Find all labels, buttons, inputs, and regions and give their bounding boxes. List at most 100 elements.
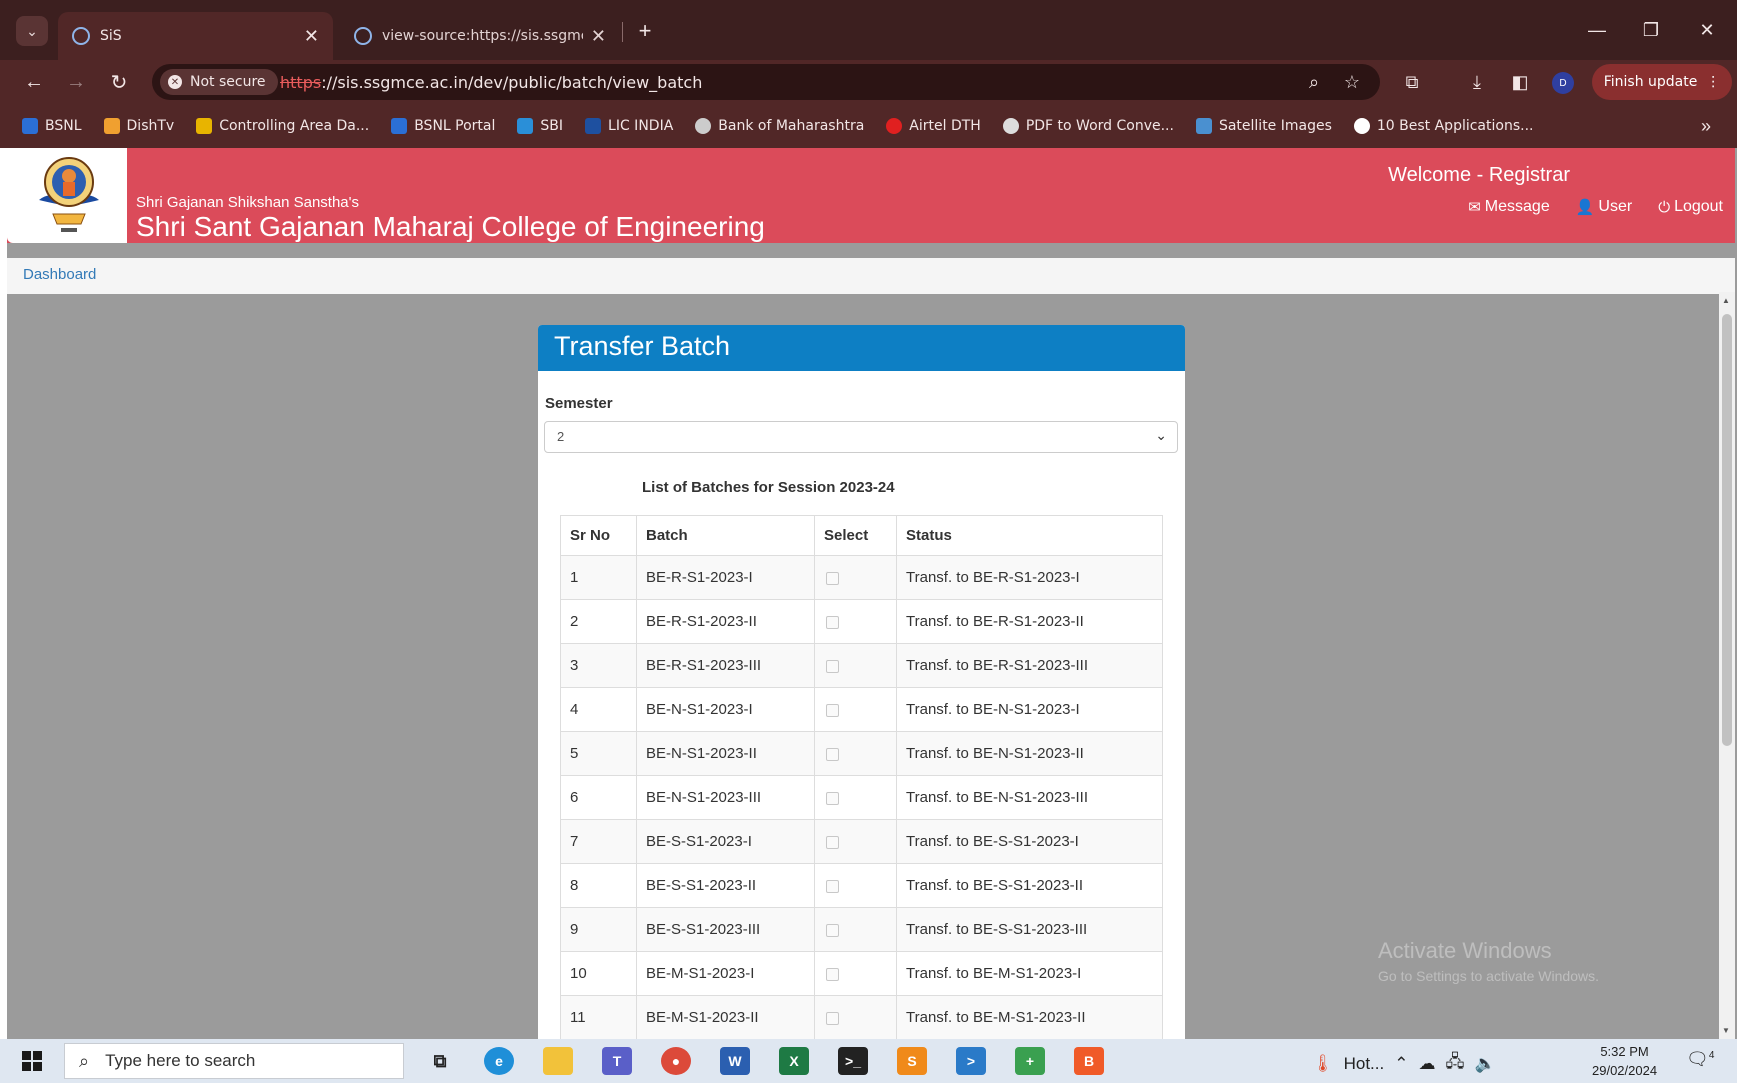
system-tray: 🌡 Hot... ⌃ ☁ 🖧 🔈 (1312, 1049, 1496, 1078)
bookmark-bank-of-maharashtra[interactable]: Bank of Maharashtra (695, 118, 864, 134)
file-explorer-icon[interactable] (543, 1047, 573, 1075)
select-checkbox[interactable] (826, 1011, 839, 1025)
bookmark-lic[interactable]: LIC INDIA (585, 118, 673, 134)
select-checkbox[interactable] (826, 747, 839, 761)
reload-button[interactable]: ↻ (103, 66, 135, 98)
select-checkbox[interactable] (826, 659, 839, 673)
semester-select[interactable]: 2 ⌄ (544, 421, 1178, 453)
clock[interactable]: 5:32 PM 29/02/2024 (1592, 1042, 1657, 1080)
header-links: ✉ Message 👤 User ⏻ Logout (1468, 198, 1723, 216)
downloads-icon[interactable]: ⤓ (1462, 68, 1492, 96)
profile-avatar[interactable]: D (1552, 72, 1574, 94)
message-link[interactable]: ✉ Message (1468, 198, 1550, 216)
bookmark-star-icon[interactable]: ☆ (1337, 68, 1367, 96)
bookmark-dishtv[interactable]: DishTv (103, 118, 174, 134)
tab-title: view-source:https://sis.ssgmce.a (382, 28, 583, 44)
word-icon[interactable]: W (720, 1047, 750, 1075)
extensions-icon[interactable]: ⧉ (1397, 68, 1427, 96)
bookmark-airtel[interactable]: Airtel DTH (886, 118, 981, 134)
volume-icon[interactable]: 🔈 (1474, 1054, 1495, 1074)
network-icon[interactable]: 🖧 (1445, 1049, 1464, 1078)
sr-cell: 11 (560, 995, 637, 1039)
select-checkbox[interactable] (826, 615, 839, 629)
search-icon: ⌕ (79, 1050, 90, 1071)
sis-favicon-icon (72, 27, 90, 45)
select-checkbox[interactable] (826, 703, 839, 717)
status-cell: Transf. to BE-M-S1-2023-II (896, 995, 1163, 1039)
chrome-icon[interactable]: ● (661, 1047, 691, 1075)
bookmark-bsnl-portal[interactable]: BSNL Portal (391, 118, 495, 134)
select-checkbox[interactable] (826, 835, 839, 849)
address-bar[interactable]: ✕ Not secure https://sis.ssgmce.ac.in/de… (152, 64, 1380, 100)
bookmark-bsnl[interactable]: BSNL (22, 118, 82, 134)
column-header: Batch (636, 515, 815, 556)
notification-icon[interactable]: 🗨4 (1686, 1049, 1714, 1070)
cloud-icon[interactable]: ☁ (1418, 1054, 1435, 1074)
bookmark-satellite-images[interactable]: Satellite Images (1195, 118, 1332, 134)
bookmark-label: Bank of Maharashtra (718, 118, 865, 134)
finish-update-button[interactable]: Finish update ⋮ (1592, 64, 1732, 100)
chevron-up-icon[interactable]: ⌃ (1394, 1054, 1408, 1074)
tab-sis[interactable]: SiS ✕ (58, 12, 333, 60)
close-tab-icon[interactable]: ✕ (304, 26, 319, 47)
bookmark-pdf-to-word[interactable]: PDF to Word Conve... (1002, 118, 1174, 134)
select-checkbox[interactable] (826, 923, 839, 937)
url-text[interactable]: https://sis.ssgmce.ac.in/dev/public/batc… (280, 73, 702, 92)
welcome-text: Welcome - Registrar (1388, 164, 1570, 186)
task-view-icon[interactable]: ⧉ (425, 1047, 455, 1075)
select-checkbox[interactable] (826, 879, 839, 893)
brave-icon[interactable]: B (1074, 1047, 1104, 1075)
sublime-icon[interactable]: S (897, 1047, 927, 1075)
bookmark-10-best-apps[interactable]: 10 Best Applications... (1353, 118, 1533, 134)
tab-view-source[interactable]: view-source:https://sis.ssgmce.a ✕ (340, 12, 620, 60)
powershell-icon[interactable]: > (956, 1047, 986, 1075)
side-panel-icon[interactable]: ◧ (1505, 68, 1535, 96)
close-tab-icon[interactable]: ✕ (591, 26, 606, 47)
windows-start-icon[interactable] (22, 1051, 42, 1071)
page-scrollbar[interactable]: ▲ ▼ (1719, 292, 1735, 1039)
table-row: 4 BE-N-S1-2023-I Transf. to BE-N-S1-2023-I (560, 687, 1163, 732)
batch-cell: BE-R-S1-2023-III (636, 643, 815, 688)
taskbar-search-input[interactable]: ⌕ Type here to search (64, 1043, 404, 1079)
select-checkbox[interactable] (826, 967, 839, 981)
dashboard-link[interactable]: Dashboard (23, 266, 96, 283)
bookmark-label: SBI (540, 118, 564, 134)
tab-search-button[interactable]: ⌄ (16, 16, 48, 46)
bookmark-sbi[interactable]: SBI (517, 118, 563, 134)
restore-button[interactable]: ❐ (1628, 14, 1674, 46)
forward-button[interactable]: → (60, 66, 92, 98)
minimize-button[interactable]: — (1574, 14, 1620, 46)
security-chip[interactable]: ✕ Not secure (160, 69, 278, 95)
zoom-icon[interactable]: ⌕ (1300, 68, 1328, 96)
table-row: 3 BE-R-S1-2023-III Transf. to BE-R-S1-2023… (560, 643, 1163, 688)
bookmark-label: Airtel DTH (909, 118, 981, 134)
scroll-thumb[interactable] (1722, 314, 1732, 746)
sen-icon (196, 118, 213, 134)
sr-cell: 6 (560, 775, 637, 820)
teams-icon[interactable]: T (602, 1047, 632, 1075)
back-button[interactable]: ← (18, 66, 50, 98)
user-link[interactable]: 👤 User (1576, 198, 1632, 216)
bookmarks-bar: BSNL DishTv Controlling Area Da... BSNL … (0, 104, 1737, 148)
select-checkbox[interactable] (826, 571, 839, 585)
new-tab-button[interactable]: + (630, 16, 660, 46)
terminal-icon[interactable]: >_ (838, 1047, 868, 1075)
select-checkbox[interactable] (826, 791, 839, 805)
weather-text[interactable]: Hot... (1344, 1054, 1385, 1074)
git-icon[interactable]: + (1015, 1047, 1045, 1075)
bookmark-controlling-area[interactable]: Controlling Area Da... (196, 118, 369, 134)
excel-icon[interactable]: X (779, 1047, 809, 1075)
close-window-button[interactable]: ✕ (1684, 14, 1730, 46)
more-bookmarks-icon[interactable]: » (1701, 116, 1711, 137)
bookmark-label: PDF to Word Conve... (1025, 118, 1174, 134)
finish-update-label: Finish update (1603, 74, 1698, 90)
edge-icon[interactable]: e (484, 1047, 514, 1075)
scroll-up-icon[interactable]: ▲ (1722, 296, 1730, 305)
clock-date: 29/02/2024 (1592, 1063, 1658, 1078)
semester-value: 2 (557, 429, 565, 444)
scroll-down-icon[interactable]: ▼ (1722, 1026, 1730, 1035)
status-cell: Transf. to BE-M-S1-2023-I (896, 951, 1163, 996)
security-label: Not secure (190, 74, 266, 90)
logout-link[interactable]: ⏻ Logout (1658, 198, 1723, 216)
warning-icon: ✕ (168, 75, 182, 89)
